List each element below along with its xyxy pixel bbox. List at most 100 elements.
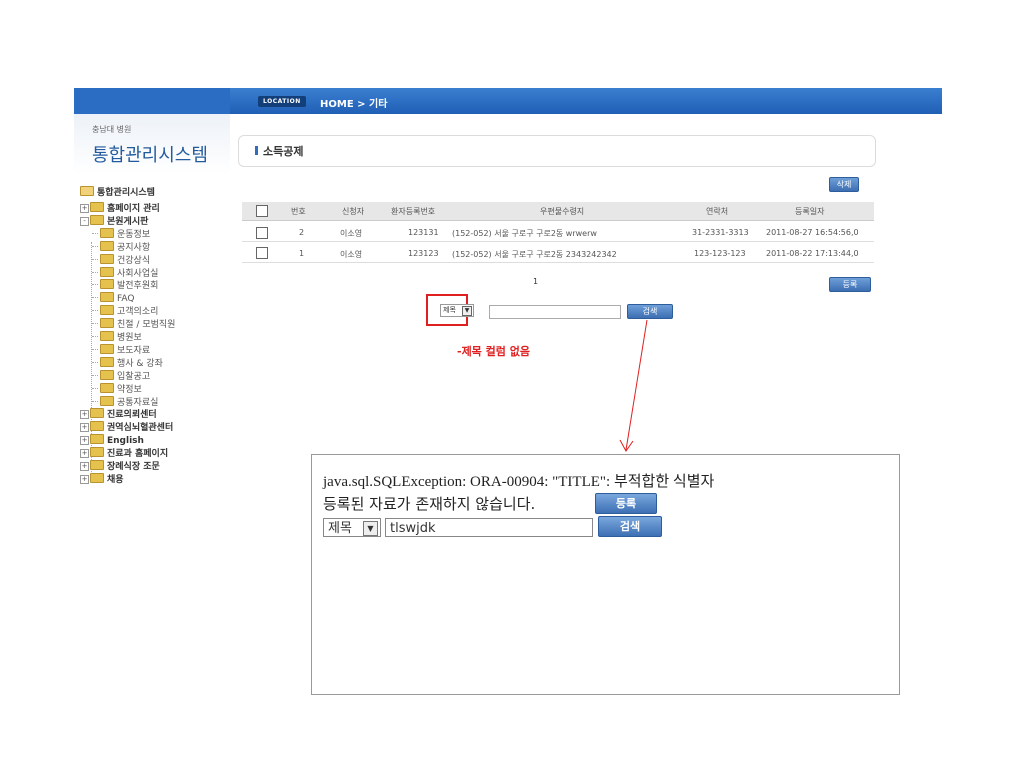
folder-icon (100, 254, 114, 264)
sidebar-item[interactable]: + 채용 (80, 473, 124, 486)
tree-branch (92, 349, 98, 350)
register-button[interactable]: 등록 (829, 277, 871, 292)
sidebar-item[interactable]: + 진료의뢰센터 (80, 408, 157, 421)
col-header-phone: 연락처 (706, 207, 729, 216)
annotation-text: -제목 컬럼 없음 (457, 345, 530, 358)
expand-icon[interactable]: + (80, 410, 89, 419)
tree-branch (92, 362, 98, 363)
folder-icon (90, 460, 104, 470)
sidebar-item-label: 발전후원회 (117, 281, 159, 291)
tree-branch (92, 259, 98, 260)
cell-date: 2011-08-27 16:54:56,0 (766, 228, 859, 237)
folder-icon (100, 357, 114, 367)
folder-icon (100, 331, 114, 341)
brand-hospital: 충남대 병원 (92, 125, 132, 134)
col-header-no: 번호 (291, 207, 306, 216)
expand-icon[interactable]: + (80, 475, 89, 484)
page-number[interactable]: 1 (533, 277, 538, 286)
sidebar-item[interactable]: + 진료과 홈페이지 (80, 447, 168, 460)
tree-branch (92, 297, 98, 298)
expand-icon[interactable]: + (80, 423, 89, 432)
cell-phone: 31-2331-3313 (692, 228, 749, 237)
tree-branch (92, 272, 98, 273)
folder-icon (90, 473, 104, 483)
collapse-icon[interactable]: - (80, 217, 89, 226)
sidebar-item[interactable]: + 장례식장 조문 (80, 460, 160, 473)
sidebar-item[interactable]: + English (80, 434, 144, 447)
cell-address[interactable]: (152-052) 서울 구로구 구로2동 wrwerw (452, 228, 597, 239)
chevron-down-icon: ▼ (462, 306, 472, 316)
sidebar-item[interactable]: 고객의소리 (92, 305, 158, 318)
cell-date: 2011-08-22 17:13:44,0 (766, 249, 859, 258)
sidebar-item-label: 건강상식 (117, 256, 151, 266)
sidebar-item-label: 진료의뢰센터 (107, 410, 157, 420)
select-all-checkbox[interactable] (256, 205, 268, 217)
panel-search-select[interactable]: 제목 ▼ (323, 518, 381, 537)
row-checkbox[interactable] (256, 227, 268, 239)
sidebar-item[interactable]: + 권역심뇌혈관센터 (80, 421, 173, 434)
sidebar-item[interactable]: 친절 / 모범직원 (92, 318, 175, 331)
folder-icon (90, 447, 104, 457)
sidebar-item[interactable]: 발전후원회 (92, 279, 158, 292)
tree-root[interactable]: 통합관리시스템 (80, 186, 155, 199)
sidebar-item[interactable]: 입찰공고 (92, 370, 150, 383)
search-button[interactable]: 검색 (627, 304, 673, 319)
folder-icon (90, 421, 104, 431)
expand-icon[interactable]: + (80, 462, 89, 471)
folder-icon (100, 344, 114, 354)
sidebar-item[interactable]: 병원보 (92, 331, 142, 344)
sidebar-item-label: FAQ (117, 294, 135, 304)
tree-branch (92, 336, 98, 337)
folder-icon (100, 267, 114, 277)
chevron-down-icon: ▼ (363, 521, 378, 536)
sidebar-item[interactable]: 공지사항 (92, 241, 150, 254)
expand-icon[interactable]: + (80, 204, 89, 213)
sidebar-item-label: 보도자료 (117, 346, 151, 356)
sidebar-item[interactable]: FAQ (92, 292, 134, 305)
search-input[interactable] (489, 305, 621, 319)
sidebar-item[interactable]: - 본원게시판 (80, 215, 148, 228)
cell-address[interactable]: (152-052) 서울 구로구 구로2동 2343242342 (452, 249, 617, 260)
folder-icon (80, 186, 94, 196)
sidebar-item-label: 행사 & 강좌 (117, 359, 163, 369)
expand-icon[interactable]: + (80, 436, 89, 445)
cell-phone: 123-123-123 (694, 249, 746, 258)
panel-search-button[interactable]: 검색 (598, 516, 662, 537)
folder-icon (100, 318, 114, 328)
sidebar-item[interactable]: 보도자료 (92, 344, 150, 357)
row-checkbox[interactable] (256, 247, 268, 259)
sidebar-item-label: 고객의소리 (117, 307, 159, 317)
folder-icon (100, 383, 114, 393)
panel-select-value: 제목 (328, 521, 352, 536)
sidebar-item-label: English (107, 436, 144, 446)
panel-register-button[interactable]: 등록 (595, 493, 657, 514)
panel-search-input[interactable]: tlswjdk (385, 518, 593, 537)
search-field-select[interactable]: 제목 ▼ (440, 304, 474, 317)
breadcrumb: HOME > 기타 (320, 99, 388, 110)
tree-branch (92, 284, 98, 285)
sidebar-item-label: 공지사항 (117, 243, 151, 253)
sidebar-item[interactable]: 약정보 (92, 383, 142, 396)
sidebar-item[interactable]: 행사 & 강좌 (92, 357, 163, 370)
expand-icon[interactable]: + (80, 449, 89, 458)
row-divider (242, 262, 874, 263)
annotation-arrow (619, 319, 648, 452)
tree-branch (92, 310, 98, 311)
col-header-address: 우편물수령지 (540, 207, 585, 216)
top-bar-left (74, 88, 230, 114)
delete-button[interactable]: 삭제 (829, 177, 859, 192)
folder-icon (100, 279, 114, 289)
cell-patient-no: 123131 (408, 228, 439, 237)
arrow-line (625, 319, 648, 451)
sidebar-item[interactable]: 건강상식 (92, 254, 150, 267)
tree-branch (92, 246, 98, 247)
sidebar-item-label: 진료과 홈페이지 (107, 449, 169, 459)
sidebar-item[interactable]: + 홈페이지 관리 (80, 202, 160, 215)
sidebar-item-label: 공통자료실 (117, 398, 159, 408)
empty-message: 등록된 자료가 존재하지 않습니다. (323, 495, 536, 513)
folder-icon (100, 370, 114, 380)
sidebar-item-label: 병원보 (117, 333, 142, 343)
cell-name: 이소영 (340, 229, 363, 238)
sidebar-item[interactable]: 운동정보 (92, 228, 150, 241)
row-divider (242, 241, 874, 242)
